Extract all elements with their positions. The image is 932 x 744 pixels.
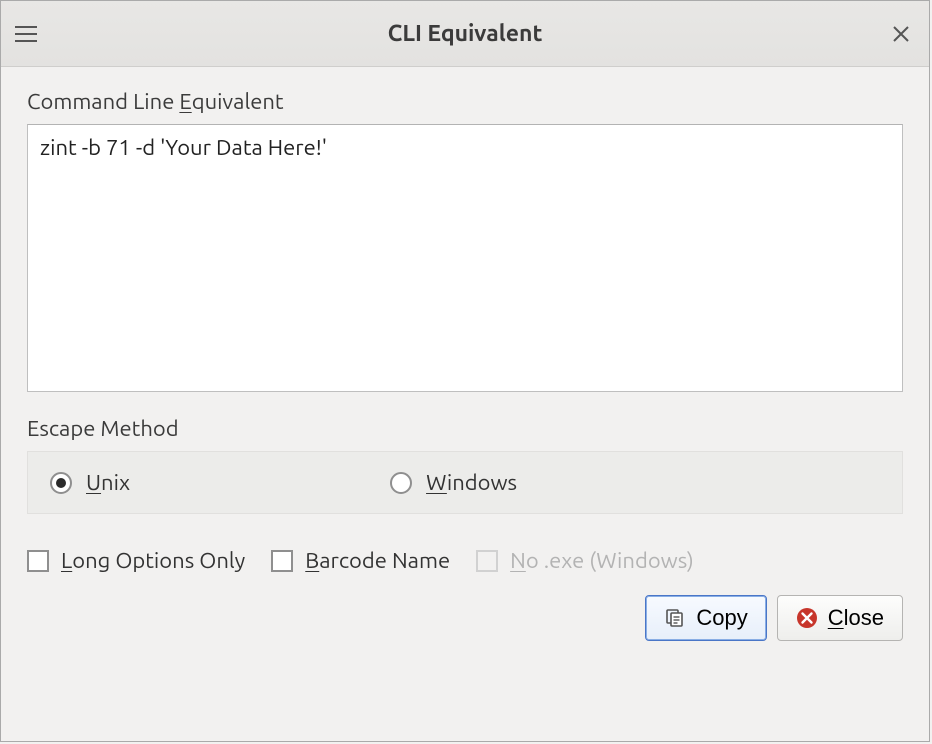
copy-button-label: Copy [696, 605, 747, 631]
titlebar[interactable]: CLI Equivalent [1, 1, 929, 67]
radio-icon [50, 472, 72, 494]
button-row: Copy Close [27, 595, 903, 641]
escape-method-group: Unix Windows [27, 451, 903, 514]
close-button-label: Close [828, 605, 884, 631]
cli-equivalent-dialog: CLI Equivalent Command Line Equivalent E… [0, 0, 930, 742]
copy-icon [664, 607, 686, 629]
error-icon [796, 607, 818, 629]
dialog-body: Command Line Equivalent Escape Method Un… [1, 67, 929, 741]
escape-unix-radio[interactable]: Unix [50, 470, 130, 495]
escape-method-label: Escape Method [27, 416, 903, 441]
no-exe-checkbox: No .exe (Windows) [476, 548, 694, 573]
checkbox-icon [271, 550, 293, 572]
checkbox-icon [476, 550, 498, 572]
checkbox-icon [27, 550, 49, 572]
escape-windows-radio[interactable]: Windows [390, 470, 517, 495]
radio-icon [390, 472, 412, 494]
copy-button[interactable]: Copy [645, 595, 766, 641]
barcode-name-checkbox[interactable]: Barcode Name [271, 548, 450, 573]
command-line-label: Command Line Equivalent [27, 89, 903, 114]
window-title: CLI Equivalent [1, 21, 929, 46]
long-options-checkbox[interactable]: Long Options Only [27, 548, 245, 573]
close-button[interactable]: Close [777, 595, 903, 641]
command-line-input[interactable] [27, 124, 903, 392]
options-row: Long Options Only Barcode Name No .exe (… [27, 548, 903, 573]
